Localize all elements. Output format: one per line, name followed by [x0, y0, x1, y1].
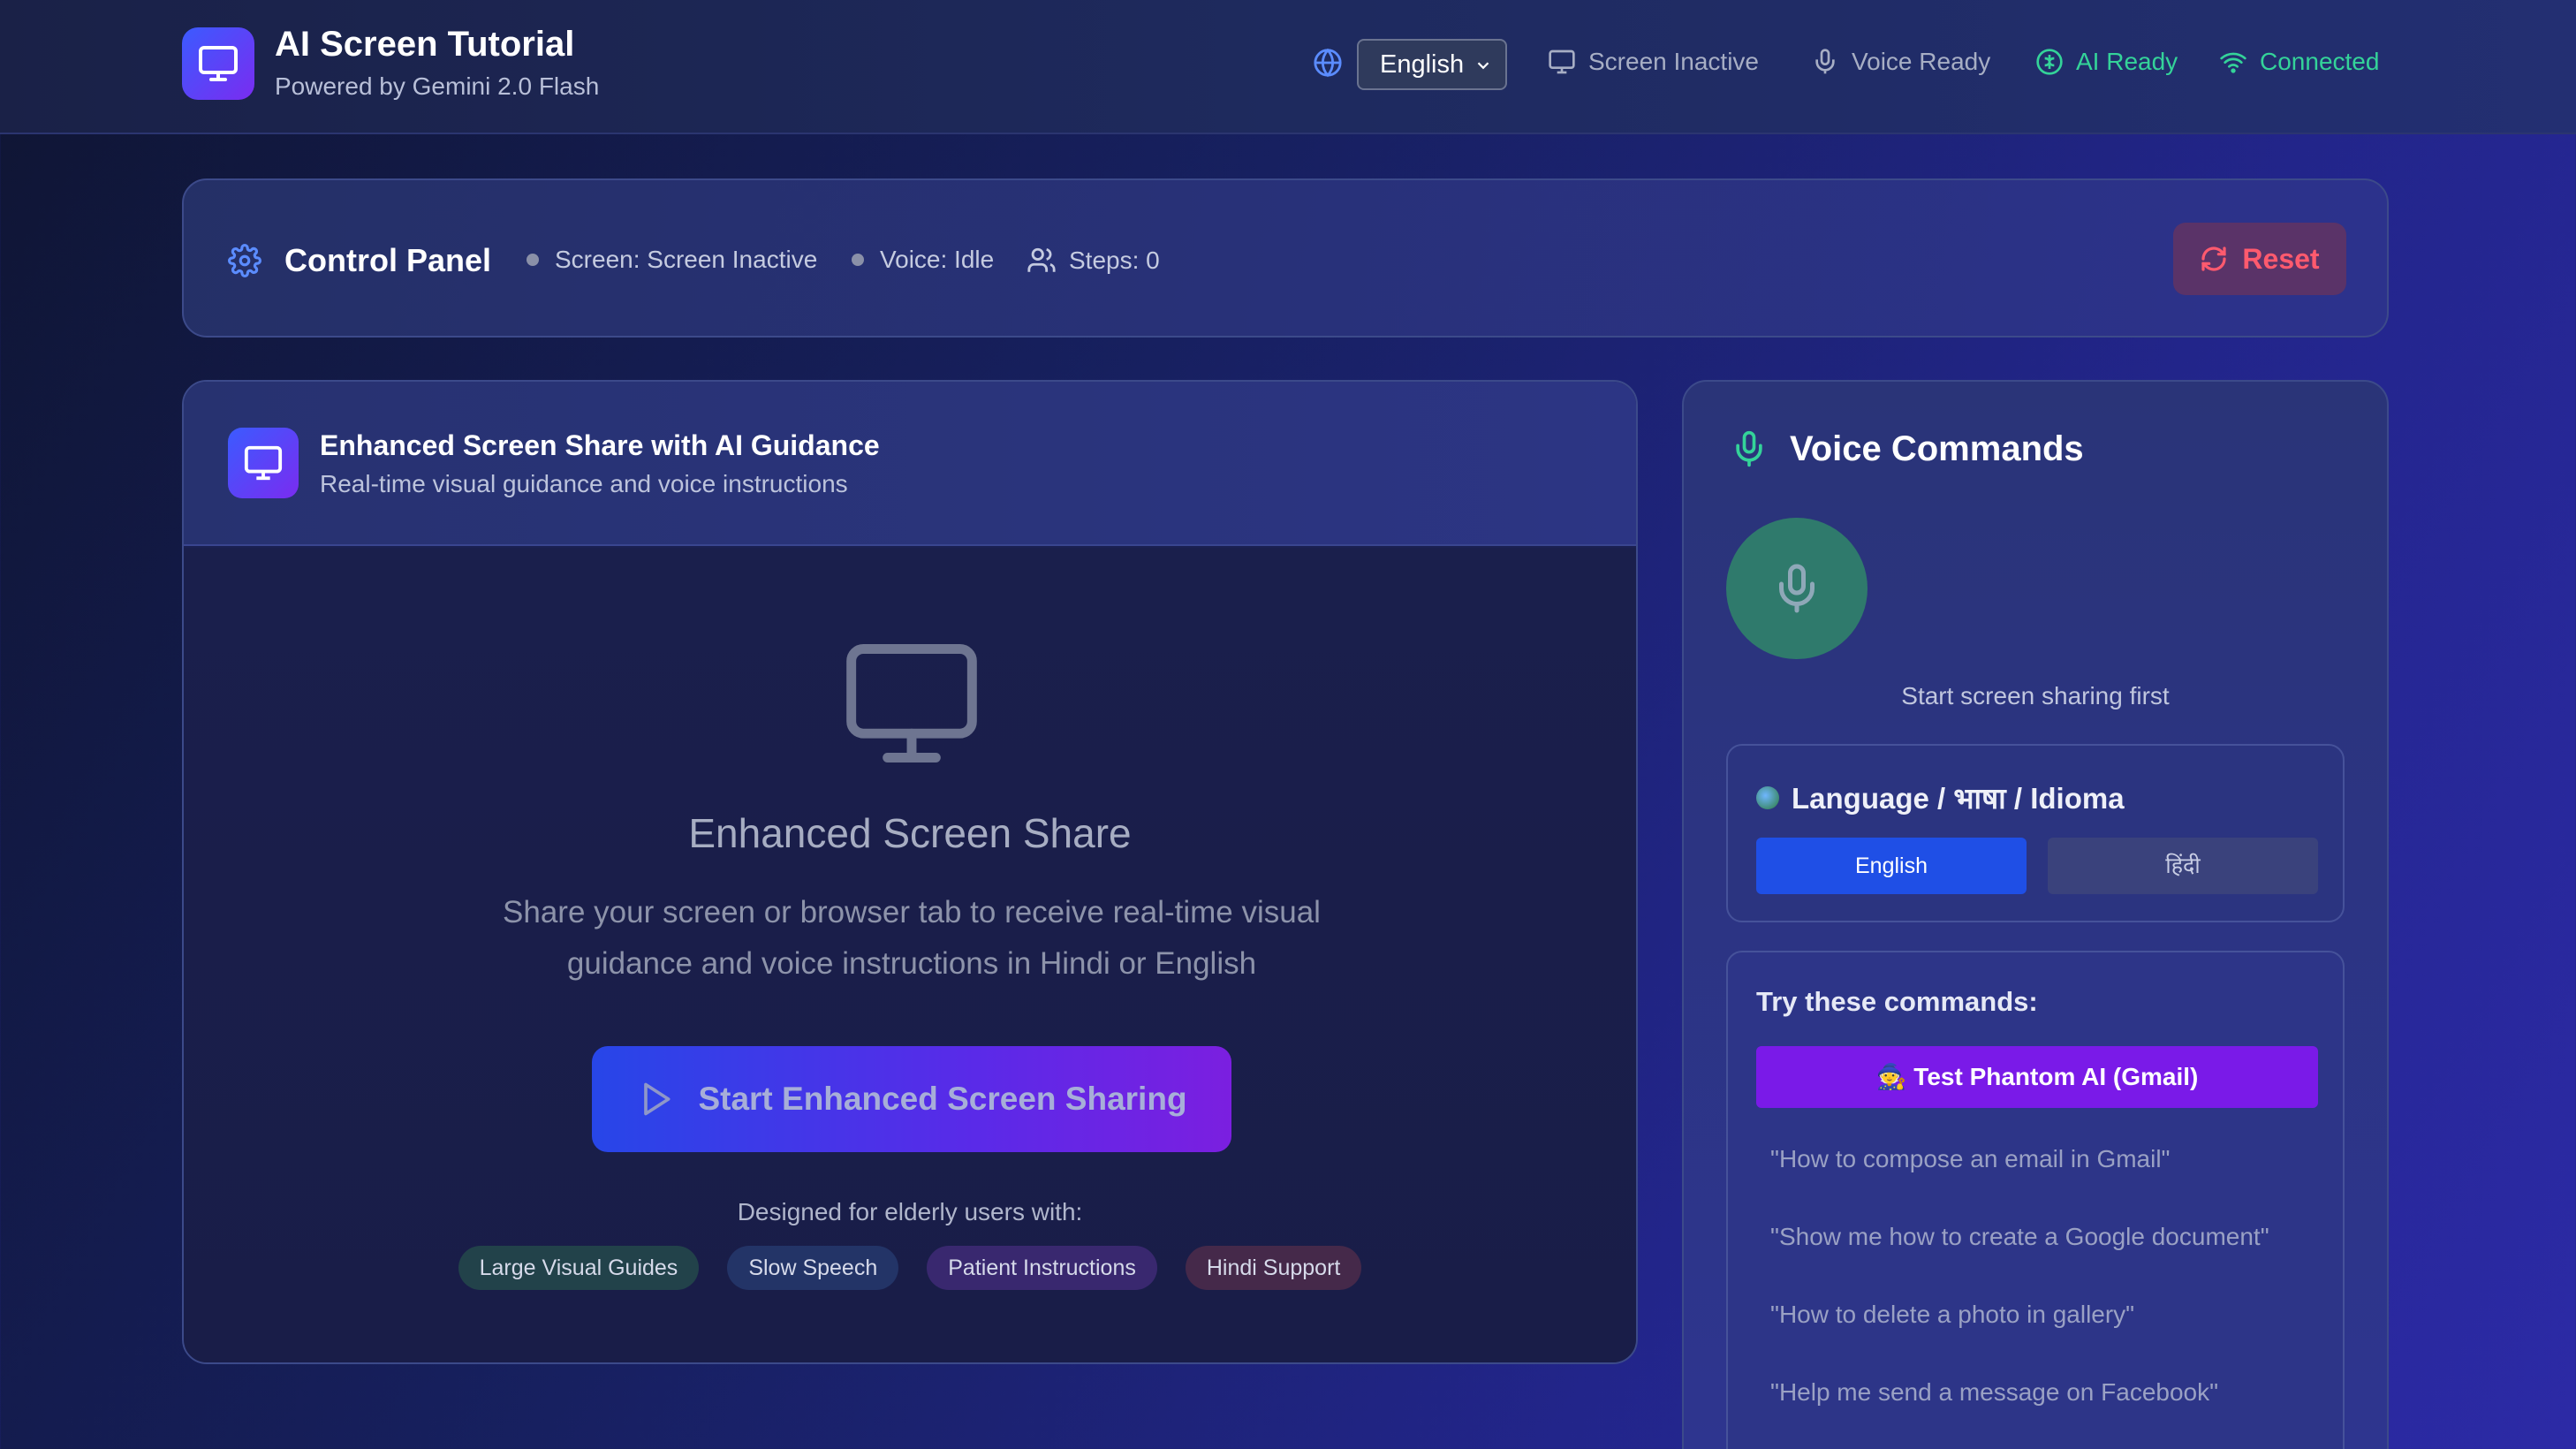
connection-status: Connected: [2219, 48, 2379, 76]
cp-screen-label: Screen: Screen Inactive: [555, 246, 818, 273]
language-hindi-button[interactable]: हिंदी: [2048, 838, 2318, 894]
chevron-down-icon: [1477, 62, 1489, 70]
wifi-icon: [2220, 52, 2246, 73]
command-item[interactable]: "Show me how to create a Google document…: [1770, 1223, 2269, 1251]
reset-label: Reset: [2242, 242, 2320, 275]
feature-pill: Patient Instructions: [927, 1246, 1157, 1290]
voice-commands-title: Voice Commands: [1790, 429, 2084, 468]
language-select[interactable]: English: [1357, 39, 1507, 90]
status-dot: [527, 254, 539, 266]
share-panel-body: Enhanced Screen Share Share your screen …: [184, 548, 1636, 1362]
feature-pill: Hindi Support: [1185, 1246, 1362, 1290]
control-panel-title: Control Panel: [284, 242, 492, 278]
reset-button[interactable]: Reset: [2173, 223, 2346, 295]
app-title: AI Screen Tutorial: [275, 25, 575, 64]
mic-hint: Start screen sharing first: [1901, 682, 2170, 709]
ai-status-label: AI Ready: [2076, 48, 2178, 75]
play-icon: [644, 1082, 671, 1116]
language-english-button[interactable]: English: [1756, 838, 2027, 894]
share-panel-title: Enhanced Screen Share with AI Guidance: [320, 429, 880, 461]
commands-box: Try these commands: 🧙 Test Phantom AI (G…: [1726, 951, 2345, 1449]
status-dot: [852, 254, 864, 266]
share-panel-header: Enhanced Screen Share with AI Guidance R…: [184, 382, 1636, 546]
voice-status-label: Voice Ready: [1852, 48, 1991, 75]
cp-steps: Steps: 0: [1027, 246, 1160, 276]
app-subtitle: Powered by Gemini 2.0 Flash: [275, 72, 600, 100]
language-title-label: Language / भाषा / Idioma: [1792, 782, 2125, 815]
app-header: AI Screen Tutorial Powered by Gemini 2.0…: [0, 0, 2576, 134]
voice-commands-panel: Voice Commands Start screen sharing firs…: [1682, 380, 2389, 1449]
refresh-icon: [2201, 247, 2227, 271]
mic-icon: [1815, 49, 1835, 74]
command-item[interactable]: "Help me send a message on Facebook": [1770, 1378, 2218, 1407]
monitor-icon: [244, 445, 283, 481]
test-phantom-button[interactable]: 🧙 Test Phantom AI (Gmail): [1756, 1046, 2318, 1108]
gear-icon: [228, 244, 261, 277]
cp-voice-status: Voice: Idle: [852, 246, 994, 274]
command-item[interactable]: "How to delete a photo in gallery": [1770, 1301, 2134, 1329]
screen-status-label: Screen Inactive: [1588, 48, 1759, 75]
language-title: Language / भाषा / Idioma: [1756, 778, 2125, 817]
monitor-icon: [199, 46, 238, 81]
connection-status-label: Connected: [2260, 48, 2380, 75]
mic-button[interactable]: [1726, 518, 1868, 659]
language-select-value: English: [1380, 50, 1465, 79]
brain-icon: [2036, 49, 2063, 75]
voice-status: Voice Ready: [1811, 48, 1990, 76]
users-icon: [1027, 247, 1056, 272]
start-screen-sharing-label: Start Enhanced Screen Sharing: [698, 1081, 1187, 1117]
globe-icon: [1314, 48, 1342, 78]
screen-status: Screen Inactive: [1548, 48, 1759, 76]
share-description: Share your screen or browser tab to rece…: [503, 895, 1321, 981]
earth-icon: [1756, 785, 1779, 809]
monitor-icon: [1549, 49, 1575, 74]
share-panel-subtitle: Real-time visual guidance and voice inst…: [320, 470, 848, 497]
ai-status: AI Ready: [2035, 48, 2178, 76]
monitor-icon: [846, 644, 977, 762]
language-box: Language / भाषा / Idioma English हिंदी: [1726, 744, 2345, 922]
designed-for-text: Designed for elderly users with:: [737, 1198, 1083, 1225]
share-heading: Enhanced Screen Share: [688, 810, 1132, 856]
screen-share-panel: Enhanced Screen Share with AI Guidance R…: [182, 380, 1638, 1364]
share-panel-icon: [228, 428, 299, 498]
feature-pill: Large Visual Guides: [458, 1246, 700, 1290]
cp-steps-label: Steps: 0: [1069, 247, 1160, 274]
app-logo: [182, 27, 254, 100]
command-item[interactable]: "How to compose an email in Gmail": [1770, 1145, 2171, 1173]
feature-pill: Slow Speech: [727, 1246, 899, 1290]
cp-screen-status: Screen: Screen Inactive: [527, 246, 817, 274]
commands-title: Try these commands:: [1756, 986, 2038, 1017]
mic-icon: [1779, 564, 1815, 613]
control-panel: Control Panel Screen: Screen Inactive Vo…: [182, 178, 2389, 338]
start-screen-sharing-button[interactable]: Start Enhanced Screen Sharing: [592, 1046, 1231, 1152]
feature-pills: Large Visual Guides Slow Speech Patient …: [184, 1246, 1636, 1290]
cp-voice-label: Voice: Idle: [880, 246, 995, 273]
mic-icon: [1736, 430, 1762, 467]
